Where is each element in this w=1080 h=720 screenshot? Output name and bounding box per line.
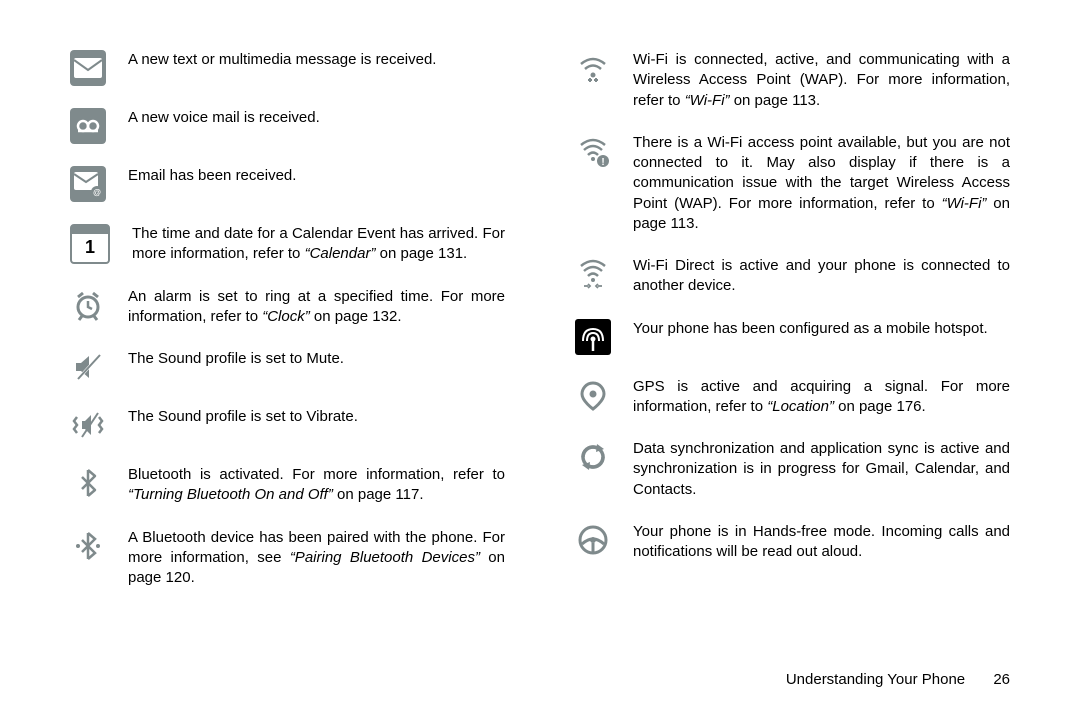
sync-icon bbox=[575, 439, 611, 475]
chapter-title: Understanding Your Phone bbox=[786, 671, 965, 688]
hotspot-icon bbox=[575, 319, 611, 355]
handsfree-icon bbox=[575, 522, 611, 558]
page: A new text or multimedia message is rece… bbox=[0, 0, 1080, 618]
page-number: 26 bbox=[993, 671, 1010, 688]
icon-description-row: A Bluetooth device has been paired with … bbox=[70, 528, 505, 589]
description-text: The Sound profile is set to Vibrate. bbox=[128, 407, 505, 427]
icon-description-row: Wi-Fi Direct is active and your phone is… bbox=[575, 256, 1010, 297]
description-text: GPS is active and acquiring a signal. Fo… bbox=[633, 377, 1010, 418]
description-text: There is a Wi-Fi access point available,… bbox=[633, 133, 1010, 234]
description-text: A new voice mail is received. bbox=[128, 108, 505, 128]
icon-description-row: An alarm is set to ring at a specified t… bbox=[70, 287, 505, 328]
mute-icon bbox=[70, 349, 106, 385]
icon-description-row: A new voice mail is received. bbox=[70, 108, 505, 144]
wifi-active-icon bbox=[575, 50, 611, 86]
icon-description-row: There is a Wi-Fi access point available,… bbox=[575, 133, 1010, 234]
icon-description-row: A new text or multimedia message is rece… bbox=[70, 50, 505, 86]
icon-description-row: Email has been received. bbox=[70, 166, 505, 202]
icon-description-row: Your phone is in Hands-free mode. Incomi… bbox=[575, 522, 1010, 563]
description-text: An alarm is set to ring at a specified t… bbox=[128, 287, 505, 328]
description-text: The time and date for a Calendar Event h… bbox=[132, 224, 505, 265]
gps-icon bbox=[575, 377, 611, 413]
icon-description-row: The Sound profile is set to Mute. bbox=[70, 349, 505, 385]
right-column: Wi-Fi is connected, active, and communic… bbox=[575, 50, 1010, 588]
email-icon bbox=[70, 166, 106, 202]
description-text: Bluetooth is activated. For more informa… bbox=[128, 465, 505, 506]
description-text: Wi-Fi is connected, active, and communic… bbox=[633, 50, 1010, 111]
wifi-available-icon bbox=[575, 133, 611, 169]
description-text: Email has been received. bbox=[128, 166, 505, 186]
icon-description-row: Wi-Fi is connected, active, and communic… bbox=[575, 50, 1010, 111]
calendar-icon: 1 bbox=[70, 224, 110, 264]
icon-description-row: GPS is active and acquiring a signal. Fo… bbox=[575, 377, 1010, 418]
icon-description-row: Data synchronization and application syn… bbox=[575, 439, 1010, 500]
icon-description-row: 1 The time and date for a Calendar Event … bbox=[70, 224, 505, 265]
description-text: A new text or multimedia message is rece… bbox=[128, 50, 505, 70]
icon-description-row: Bluetooth is activated. For more informa… bbox=[70, 465, 505, 506]
bluetooth-icon bbox=[70, 465, 106, 501]
bluetooth-paired-icon bbox=[70, 528, 106, 564]
left-column: A new text or multimedia message is rece… bbox=[70, 50, 505, 588]
description-text: A Bluetooth device has been paired with … bbox=[128, 528, 505, 589]
page-footer: Understanding Your Phone 26 bbox=[786, 670, 1010, 690]
icon-description-row: Your phone has been configured as a mobi… bbox=[575, 319, 1010, 355]
vibrate-icon bbox=[70, 407, 106, 443]
message-icon bbox=[70, 50, 106, 86]
description-text: Data synchronization and application syn… bbox=[633, 439, 1010, 500]
description-text: Your phone is in Hands-free mode. Incomi… bbox=[633, 522, 1010, 563]
voicemail-icon bbox=[70, 108, 106, 144]
wifi-direct-icon bbox=[575, 256, 611, 292]
description-text: Wi-Fi Direct is active and your phone is… bbox=[633, 256, 1010, 297]
description-text: Your phone has been configured as a mobi… bbox=[633, 319, 1010, 339]
alarm-icon bbox=[70, 287, 106, 323]
description-text: The Sound profile is set to Mute. bbox=[128, 349, 505, 369]
icon-description-row: The Sound profile is set to Vibrate. bbox=[70, 407, 505, 443]
